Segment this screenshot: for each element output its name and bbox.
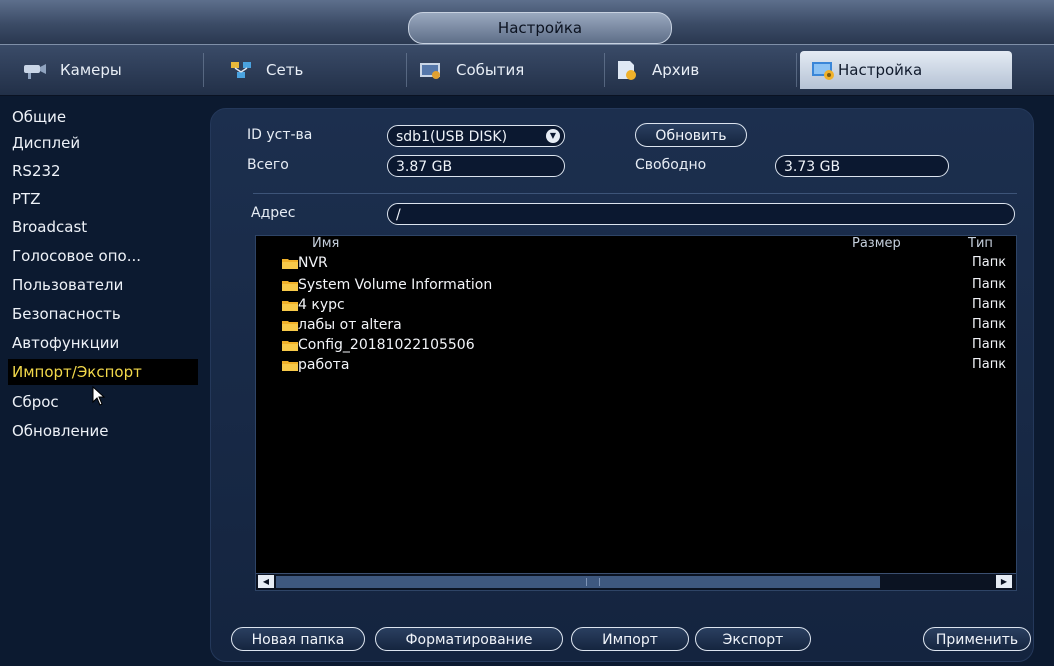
device-id-value: sdb1(USB DISK) — [396, 129, 508, 145]
archive-icon — [614, 59, 640, 81]
list-item[interactable]: 4 курс Папк — [256, 296, 1016, 314]
file-type: Папк — [972, 297, 1007, 312]
sidebar-item-import-export[interactable]: Импорт/Экспорт — [8, 359, 198, 385]
tab-divider — [406, 53, 407, 87]
sidebar-item-security[interactable]: Безопасность — [8, 301, 198, 327]
sidebar-item-broadcast[interactable]: Broadcast — [8, 214, 198, 240]
address-field[interactable]: / — [387, 203, 1015, 225]
export-button[interactable]: Экспорт — [695, 627, 811, 651]
scroll-right-icon[interactable]: ▶ — [996, 575, 1012, 588]
settings-icon — [810, 59, 836, 81]
column-header-type[interactable]: Тип — [968, 236, 993, 251]
device-id-select[interactable]: sdb1(USB DISK) ▼ — [387, 125, 565, 147]
sidebar-item-ptz[interactable]: PTZ — [8, 186, 198, 212]
folder-icon — [282, 341, 298, 351]
file-type: Папк — [972, 277, 1007, 292]
import-export-panel: ID уст-ва sdb1(USB DISK) ▼ Обновить Всег… — [210, 108, 1034, 662]
file-list-header: Имя Размер Тип — [256, 236, 1016, 254]
file-name: работа — [298, 357, 350, 373]
file-name: 4 курс — [298, 297, 345, 313]
column-header-name[interactable]: Имя — [312, 236, 339, 251]
network-icon — [228, 59, 254, 81]
file-type: Папк — [972, 357, 1007, 372]
column-header-size[interactable]: Размер — [852, 236, 901, 251]
sidebar-item-auto-functions[interactable]: Автофункции — [8, 330, 198, 356]
sidebar-item-update[interactable]: Обновление — [8, 418, 198, 444]
section-divider — [253, 193, 1017, 194]
sidebar-item-rs232[interactable]: RS232 — [8, 158, 198, 184]
tab-network-label: Сеть — [266, 61, 304, 79]
tab-cameras-label: Камеры — [60, 61, 122, 79]
horizontal-scrollbar[interactable]: ◀ ▶ — [256, 573, 1016, 590]
file-name: лабы от altera — [298, 317, 402, 333]
events-icon — [418, 59, 444, 81]
scrollbar-grip — [586, 578, 600, 586]
tab-settings[interactable]: Настройка — [800, 51, 1012, 89]
scrollbar-thumb[interactable] — [276, 576, 880, 588]
address-label: Адрес — [251, 205, 296, 221]
list-item[interactable]: лабы от altera Папк — [256, 316, 1016, 334]
tab-divider — [203, 53, 204, 87]
apply-button[interactable]: Применить — [923, 627, 1031, 651]
folder-icon — [282, 301, 298, 311]
tab-divider — [796, 53, 797, 87]
tab-archive[interactable]: Архив — [614, 51, 699, 89]
folder-icon — [282, 259, 298, 269]
file-name: System Volume Information — [298, 277, 493, 293]
file-type: Папк — [972, 255, 1007, 270]
mouse-cursor-icon — [92, 386, 106, 406]
file-type: Папк — [972, 317, 1007, 332]
folder-icon — [282, 321, 298, 331]
camera-icon — [22, 59, 48, 81]
scroll-left-icon[interactable]: ◀ — [258, 575, 274, 588]
file-list: Имя Размер Тип NVR Папк System Volume In… — [255, 235, 1017, 591]
tab-cameras[interactable]: Камеры — [22, 51, 122, 89]
format-button[interactable]: Форматирование — [375, 627, 563, 651]
tab-network[interactable]: Сеть — [228, 51, 303, 89]
sidebar-item-general[interactable]: Общие — [8, 104, 198, 130]
new-folder-button[interactable]: Новая папка — [231, 627, 365, 651]
file-name: Config_20181022105506 — [298, 337, 475, 353]
list-item[interactable]: System Volume Information Папк — [256, 276, 1016, 294]
total-value-field: 3.87 GB — [387, 155, 565, 177]
total-label: Всего — [247, 157, 289, 173]
device-id-label: ID уст-ва — [247, 127, 313, 143]
window-title: Настройка — [408, 12, 672, 44]
tab-divider — [604, 53, 605, 87]
list-item[interactable]: работа Папк — [256, 356, 1016, 374]
main-tab-bar: Камеры Сеть События Архив Настройка — [0, 44, 1054, 96]
import-button[interactable]: Импорт — [571, 627, 689, 651]
refresh-button[interactable]: Обновить — [635, 123, 747, 147]
folder-icon — [282, 281, 298, 291]
tab-archive-label: Архив — [652, 61, 700, 79]
file-name: NVR — [298, 255, 328, 271]
sidebar-item-voice[interactable]: Голосовое опо... — [8, 243, 198, 269]
settings-sidebar: Общие Дисплей RS232 PTZ Broadcast Голосо… — [0, 96, 200, 666]
list-item[interactable]: Config_20181022105506 Папк — [256, 336, 1016, 354]
sidebar-item-users[interactable]: Пользователи — [8, 272, 198, 298]
list-item[interactable]: NVR Папк — [256, 254, 1016, 272]
tab-settings-label: Настройка — [838, 61, 923, 79]
file-type: Папк — [972, 337, 1007, 352]
chevron-down-icon[interactable]: ▼ — [546, 129, 560, 143]
tab-events[interactable]: События — [418, 51, 524, 89]
free-value-field: 3.73 GB — [775, 155, 949, 177]
sidebar-item-display[interactable]: Дисплей — [8, 130, 198, 156]
title-bar: Настройка — [0, 0, 1054, 44]
free-label: Свободно — [635, 157, 707, 173]
tab-events-label: События — [456, 61, 525, 79]
folder-icon — [282, 361, 298, 371]
